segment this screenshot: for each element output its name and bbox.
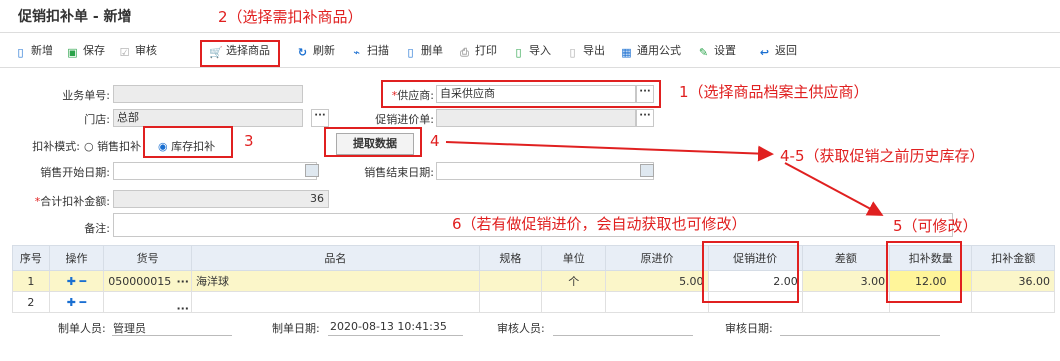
arrow-45-to-5 bbox=[784, 162, 884, 216]
arrow-4-to-45 bbox=[445, 141, 774, 162]
annotation-arrows bbox=[445, 141, 884, 216]
